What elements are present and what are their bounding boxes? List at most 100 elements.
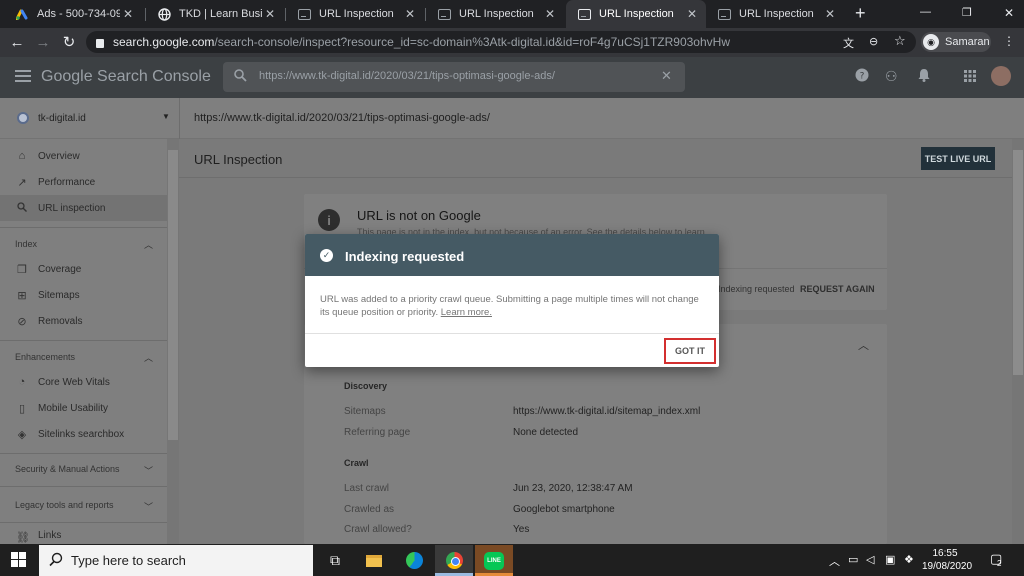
forward-button[interactable]: → [33,33,53,51]
reload-button[interactable]: ↻ [59,33,79,51]
detail-label: Crawled as [344,504,395,515]
close-icon[interactable]: ✕ [822,7,838,21]
got-it-button[interactable]: GOT IT [664,338,716,364]
window-restore-button[interactable]: ❐ [962,6,972,19]
chevron-up-icon[interactable]: ︿ [829,553,840,569]
property-globe-icon [17,112,29,124]
chevron-up-icon[interactable]: ︿ [144,238,153,251]
sidebar-scrollbar-thumb[interactable] [168,150,178,440]
divider [0,522,167,523]
notifications-bell-icon[interactable] [918,68,930,85]
close-icon[interactable]: ✕ [402,7,418,21]
folder-icon [366,554,382,567]
close-icon[interactable]: ✕ [120,7,136,21]
browser-tab[interactable]: URL Inspection ✕ [426,0,564,28]
status-title: URL is not on Google [357,208,481,223]
address-path: /search-console/inspect?resource_id=sc-d… [214,35,730,49]
property-selector-label[interactable]: tk-digital.id [38,113,86,124]
address-bar[interactable]: search.google.com/search-console/inspect… [86,31,916,53]
task-view-icon[interactable]: ⧉ [316,545,354,576]
edge-app[interactable] [395,545,433,576]
sidebar-section-enhancements[interactable]: Enhancements [15,352,75,362]
search-console-icon [298,8,311,21]
svg-text:?: ? [860,72,865,82]
new-tab-button[interactable]: + [855,3,866,24]
info-icon: i [318,209,340,231]
dropbox-icon[interactable]: ❖ [904,553,914,566]
divider [0,340,167,341]
divider [0,453,167,454]
product-logo[interactable]: Google Search Console [41,68,211,86]
arrow-right-icon: → [35,33,51,51]
caret-down-icon[interactable]: ▼ [162,112,170,121]
taskbar-search-input[interactable]: Type here to search [39,545,313,576]
dialog-title: Indexing requested [345,249,465,264]
search-console-icon [718,8,731,21]
browser-tab-active[interactable]: URL Inspection ✕ [566,0,706,28]
removals-icon: ⊘ [17,316,27,328]
sidebar-item-label: Mobile Usability [38,402,109,414]
profile-button[interactable]: ◉ Samaran [921,32,991,52]
translate-icon[interactable]: 文 [843,35,854,51]
window-close-button[interactable]: ✕ [1004,6,1014,20]
globe-icon [158,7,171,21]
chrome-app[interactable] [435,545,473,576]
detail-value: Jun 23, 2020, 12:38:47 AM [513,483,633,494]
test-live-url-button[interactable]: TEST LIVE URL [921,147,995,170]
battery-icon[interactable]: ▭ [848,553,858,566]
apps-grid-icon[interactable] [964,69,976,85]
line-app[interactable]: LINE [475,545,513,576]
back-button[interactable]: ← [7,33,27,51]
menu-icon[interactable] [15,70,31,82]
window-minimize-button[interactable]: — [920,6,931,18]
network-icon[interactable]: ▣ [885,553,895,566]
browser-tab[interactable]: TKD | Learn Business ✕ [146,0,284,28]
sidebar-section-security[interactable]: Security & Manual Actions [15,464,120,474]
inspected-url: https://www.tk-digital.id/2020/03/21/tip… [194,112,490,124]
sitemap-icon: ⊞ [17,290,27,302]
reload-icon: ↻ [62,34,76,51]
windows-start-icon[interactable] [11,552,26,567]
file-explorer-app[interactable] [355,545,393,576]
phone-icon: ▯ [18,403,26,415]
property-bar [0,98,1024,139]
chevron-down-icon[interactable]: ﹀ [144,500,153,513]
sidebar-item-label: URL inspection [38,202,106,214]
divider [179,98,180,139]
address-host: search.google.com [113,35,215,49]
search-console-icon [578,8,591,21]
avatar[interactable] [991,66,1011,86]
detail-label: Referring page [344,427,411,438]
detail-value: Googlebot smartphone [513,504,615,515]
volume-icon[interactable]: ◁ [866,553,874,566]
browser-tab[interactable]: URL Inspection ✕ [286,0,424,28]
learn-more-link[interactable]: Learn more. [441,307,492,318]
chevron-up-icon[interactable]: ︿ [144,351,153,364]
detail-value: https://www.tk-digital.id/sitemap_index.… [513,406,701,417]
request-again-button[interactable]: REQUEST AGAIN [800,284,875,294]
browser-tab[interactable]: URL Inspection ✕ [706,0,844,28]
google-ads-icon [16,8,29,21]
chevron-up-icon[interactable]: ︿ [858,337,869,353]
main-scrollbar-thumb[interactable] [1013,150,1023,375]
divider [0,486,167,487]
taskbar-search-placeholder: Type here to search [71,553,186,568]
close-icon[interactable]: ✕ [262,7,278,21]
sidebar-item-label: Coverage [38,263,82,275]
zoom-icon[interactable]: ⊖ [869,35,878,48]
divider [0,227,167,228]
browser-menu-icon[interactable]: ⋮ [1003,34,1015,48]
browser-tab[interactable]: Ads - 500-734-0956 ✕ [4,0,142,28]
clear-search-icon[interactable]: ✕ [661,68,672,84]
sidebar-section-index[interactable]: Index [15,239,37,249]
sidebar-section-legacy[interactable]: Legacy tools and reports [15,500,114,510]
close-icon[interactable]: ✕ [684,7,700,21]
help-icon[interactable]: ? [855,68,869,85]
users-settings-icon[interactable]: ⚇ [885,68,898,85]
sidebar-item-label: Sitelinks searchbox [38,428,125,440]
close-icon[interactable]: ✕ [542,7,558,21]
sidebar-item-label: Sitemaps [38,289,80,301]
chevron-down-icon[interactable]: ﹀ [144,464,153,477]
bookmark-star-icon[interactable]: ☆ [894,33,906,49]
system-clock[interactable]: 16:55 19/08/2020 [922,547,972,573]
